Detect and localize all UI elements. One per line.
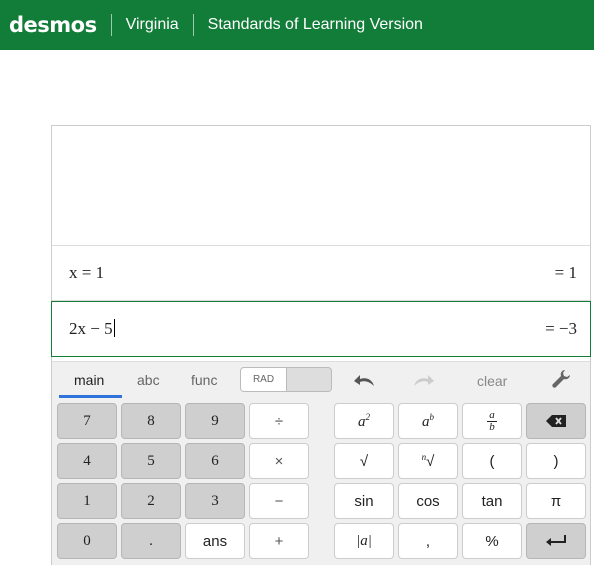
clear-button[interactable]: clear [477,373,507,389]
tab-abc[interactable]: abc [137,372,160,388]
key-cos[interactable]: cos [398,483,458,519]
key-1[interactable]: 1 [57,483,117,519]
key-4[interactable]: 4 [57,443,117,479]
key-7[interactable]: 7 [57,403,117,439]
backspace-key[interactable] [526,403,586,439]
keypad: main abc func RAD clear 7 8 9 ÷ a2 ab a … [52,361,590,565]
key-minus[interactable]: − [249,483,309,519]
key-sqrt[interactable]: √ [334,443,394,479]
key-8[interactable]: 8 [121,403,181,439]
enter-icon [546,535,566,546]
expression-result: = 1 [554,263,577,282]
keypad-tabs: main abc func RAD clear [52,362,590,398]
history-area [52,126,590,246]
key-2[interactable]: 2 [121,483,181,519]
header-divider [110,14,112,36]
wrench-icon[interactable] [550,368,572,390]
key-close-paren[interactable]: ) [526,443,586,479]
tab-func[interactable]: func [191,372,217,388]
text-cursor [113,319,115,337]
expression-input[interactable]: 2x − 5 [69,319,115,339]
expression-row[interactable]: x = 1 = 1 [52,246,590,301]
key-nth-root[interactable]: n√ [398,443,458,479]
key-3[interactable]: 3 [185,483,245,519]
backspace-icon [546,415,566,427]
key-pi[interactable]: π [526,483,586,519]
rad-option[interactable]: RAD [241,368,287,391]
key-divide[interactable]: ÷ [249,403,309,439]
app-header: desmos Virginia Standards of Learning Ve… [0,0,594,50]
key-abs[interactable]: |a| [334,523,394,559]
key-plus[interactable]: + [249,523,309,559]
region-label: Virginia [125,16,179,33]
key-6[interactable]: 6 [185,443,245,479]
expression-input[interactable]: x = 1 [69,263,104,283]
key-sin[interactable]: sin [334,483,394,519]
undo-icon[interactable] [352,371,378,389]
key-comma[interactable]: , [398,523,458,559]
version-label: Standards of Learning Version [207,16,423,33]
key-multiply[interactable]: × [249,443,309,479]
key-5[interactable]: 5 [121,443,181,479]
key-tan[interactable]: tan [462,483,522,519]
key-fraction[interactable]: ab [462,403,522,439]
redo-icon[interactable] [410,371,436,389]
active-tab-indicator [59,395,122,398]
key-square[interactable]: a2 [334,403,394,439]
calculator-panel: x = 1 = 1 2x − 5 = −3 main abc func RAD … [51,125,591,565]
angle-mode-toggle[interactable]: RAD [240,367,332,392]
tab-main[interactable]: main [74,372,104,388]
key-percent[interactable]: % [462,523,522,559]
key-ans[interactable]: ans [185,523,245,559]
key-decimal[interactable]: . [121,523,181,559]
expression-result: = −3 [545,319,577,338]
key-9[interactable]: 9 [185,403,245,439]
key-open-paren[interactable]: ( [462,443,522,479]
key-power[interactable]: ab [398,403,458,439]
enter-key[interactable] [526,523,586,559]
key-0[interactable]: 0 [57,523,117,559]
expression-row-active[interactable]: 2x − 5 = −3 [51,301,591,357]
header-divider [192,14,194,36]
desmos-logo[interactable]: desmos [9,13,97,37]
